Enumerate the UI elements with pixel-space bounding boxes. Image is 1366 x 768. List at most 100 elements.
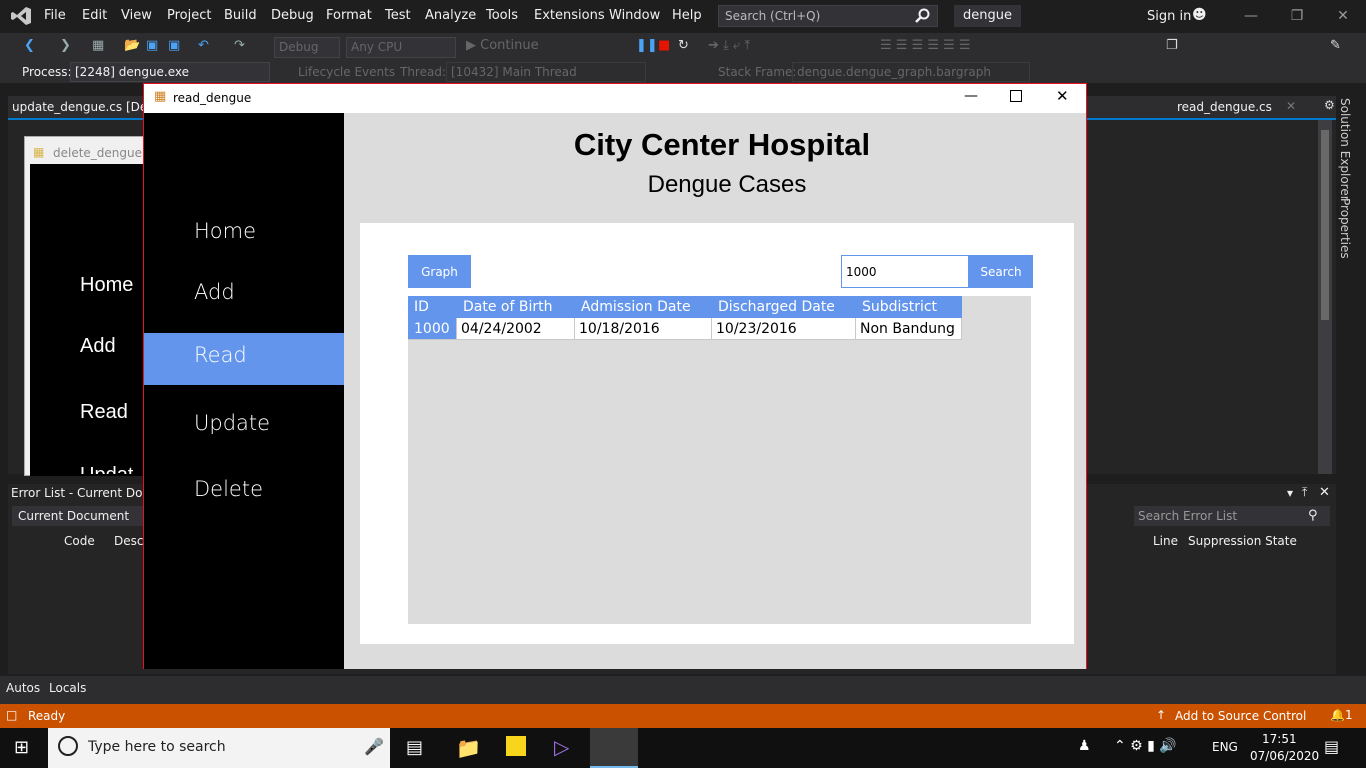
settings-icon[interactable]: ⚙ [1324, 98, 1335, 112]
signin-link[interactable]: Sign in [1147, 9, 1191, 24]
app-taskbar-button[interactable] [590, 728, 638, 768]
language-indicator[interactable]: ENG [1212, 740, 1238, 754]
visual-studio-logo-icon[interactable] [10, 6, 32, 26]
lifecycle-events[interactable]: Lifecycle Events [298, 65, 395, 79]
stack-frame-select[interactable]: dengue.dengue_graph.bargraph [792, 62, 1030, 82]
cell-dob[interactable]: 04/24/2002 [457, 318, 575, 340]
action-center-icon[interactable]: ▤ [1324, 737, 1339, 756]
cell-subdistrict[interactable]: Non Bandung [856, 318, 962, 340]
stop-icon[interactable]: ■ [658, 38, 670, 56]
menu-test[interactable]: Test [385, 8, 411, 23]
error-scope-select[interactable]: Current Document [12, 506, 144, 526]
clock-time[interactable]: 17:51 [1262, 732, 1297, 746]
menu-debug[interactable]: Debug [271, 8, 314, 23]
process-select[interactable]: [2248] dengue.exe [70, 62, 270, 82]
minimize-icon[interactable]: — [1242, 8, 1260, 26]
undo-icon[interactable]: ↶ [198, 38, 209, 56]
step-icons[interactable]: ➔ ⤓ ⤶ ⤒ [708, 38, 750, 56]
col-dob[interactable]: Date of Birth [457, 296, 575, 318]
microphone-icon[interactable]: 🎤 [364, 737, 384, 756]
add-to-source-control-button[interactable]: Add to Source Control [1175, 709, 1306, 723]
scrollbar-thumb[interactable] [1321, 130, 1329, 320]
tab-read-dengue[interactable]: read_dengue.cs [1177, 100, 1272, 114]
people-icon[interactable]: ♟ [1078, 738, 1091, 754]
thread-select[interactable]: [10432] Main Thread [446, 62, 646, 82]
nav-home[interactable]: Home [144, 209, 344, 261]
cell-admission[interactable]: 10/18/2016 [575, 318, 712, 340]
close-icon[interactable]: ✕ [1334, 8, 1352, 26]
menu-build[interactable]: Build [224, 8, 257, 23]
menu-analyze[interactable]: Analyze [425, 8, 476, 23]
app-close-icon[interactable]: ✕ [1056, 87, 1069, 105]
save-all-icon[interactable]: ▣ [168, 38, 180, 56]
search-icon[interactable] [915, 8, 931, 24]
nav-delete[interactable]: Delete [144, 467, 344, 519]
solution-explorer-tab[interactable]: Solution Explorer [1338, 98, 1352, 201]
col-id[interactable]: ID [408, 296, 457, 318]
cell-discharged[interactable]: 10/23/2016 [712, 318, 856, 340]
menu-project[interactable]: Project [167, 8, 211, 23]
pin-icon[interactable]: ⤒ [1302, 485, 1307, 500]
menu-edit[interactable]: Edit [82, 8, 107, 23]
task-view-icon[interactable]: ▤ [406, 737, 423, 758]
menu-window[interactable]: Window [609, 8, 660, 23]
new-item-icon[interactable]: ▦ [92, 38, 104, 56]
col-discharged[interactable]: Discharged Date [712, 296, 856, 318]
menu-help[interactable]: Help [672, 8, 702, 23]
forward-icon[interactable]: ❯ [60, 38, 71, 56]
clock-date[interactable]: 07/06/2020 [1250, 749, 1319, 763]
taskbar-search-box[interactable]: Type here to search 🎤 [48, 728, 390, 768]
notification-icon[interactable]: 🔔1 [1330, 708, 1353, 722]
col-admission[interactable]: Admission Date [575, 296, 712, 318]
visual-studio-taskbar-icon[interactable]: ▷ [554, 735, 569, 759]
menu-format[interactable]: Format [326, 8, 372, 23]
sticky-notes-icon[interactable] [506, 736, 526, 756]
account-icon[interactable]: ☻ [1192, 7, 1207, 23]
back-icon[interactable]: ❮ [24, 38, 35, 56]
pause-icon[interactable]: ❚❚ [636, 38, 658, 56]
config-select[interactable]: Debug [274, 37, 340, 58]
windows-start-icon[interactable]: ⊞ [14, 737, 29, 758]
cases-data-grid[interactable]: ID Date of Birth Admission Date Discharg… [408, 296, 1031, 624]
vs-search-input[interactable]: Search (Ctrl+Q) [718, 5, 938, 27]
menu-file[interactable]: File [44, 8, 66, 23]
graph-button[interactable]: Graph [408, 255, 471, 288]
tab-update-dengue[interactable]: update_dengue.cs [Desig [12, 100, 164, 114]
tab-close-icon[interactable]: ✕ [1286, 99, 1296, 113]
panel-close-icon[interactable]: ✕ [1319, 485, 1330, 500]
col-subdistrict[interactable]: Subdistrict [856, 296, 962, 318]
continue-button[interactable]: ▶ Continue [466, 38, 539, 56]
nav-update[interactable]: Update [144, 401, 344, 453]
file-explorer-icon[interactable]: 📁 [456, 736, 481, 760]
redo-icon[interactable]: ↷ [234, 38, 245, 56]
taskbar-search-placeholder: Type here to search [88, 739, 226, 755]
nav-read[interactable]: Read [144, 333, 344, 385]
error-search-input[interactable]: Search Error List [1134, 506, 1330, 526]
system-tray-icons[interactable]: ⌃ ⚙ ▮ 🔊 [1114, 738, 1177, 754]
open-icon[interactable]: 📂 [124, 38, 140, 56]
col-suppression-state[interactable]: Suppression State [1188, 534, 1297, 548]
menu-tools[interactable]: Tools [486, 8, 518, 23]
save-icon[interactable]: ▣ [146, 38, 158, 56]
menu-extensions[interactable]: Extensions [534, 8, 605, 23]
layout-icons[interactable]: ☰ ☰ ☰ ☰ ☰ ☰ [880, 38, 971, 56]
col-line[interactable]: Line [1153, 534, 1178, 548]
tab-autos[interactable]: Autos [6, 681, 40, 695]
panel-menu-icon[interactable]: ▾ [1287, 486, 1293, 500]
tab-locals[interactable]: Locals [49, 681, 86, 695]
app-maximize-icon[interactable] [1010, 90, 1022, 102]
restart-icon[interactable]: ↻ [678, 38, 689, 56]
platform-select[interactable]: Any CPU [346, 37, 456, 58]
col-code[interactable]: Code [64, 534, 95, 548]
properties-tab[interactable]: Properties [1338, 198, 1352, 259]
error-search-icon[interactable]: ⚲ [1308, 508, 1318, 523]
app-minimize-icon[interactable]: — [964, 88, 978, 104]
feedback-icon[interactable]: ✎ [1330, 38, 1341, 56]
table-row-header[interactable]: 1000 [408, 318, 457, 340]
nav-add[interactable]: Add [144, 270, 344, 322]
window-layout-icon[interactable]: ❐ [1166, 38, 1178, 56]
menu-view[interactable]: View [121, 8, 152, 23]
restore-icon[interactable]: ❐ [1288, 8, 1306, 26]
search-input[interactable] [841, 255, 969, 288]
search-button[interactable]: Search [969, 255, 1033, 288]
